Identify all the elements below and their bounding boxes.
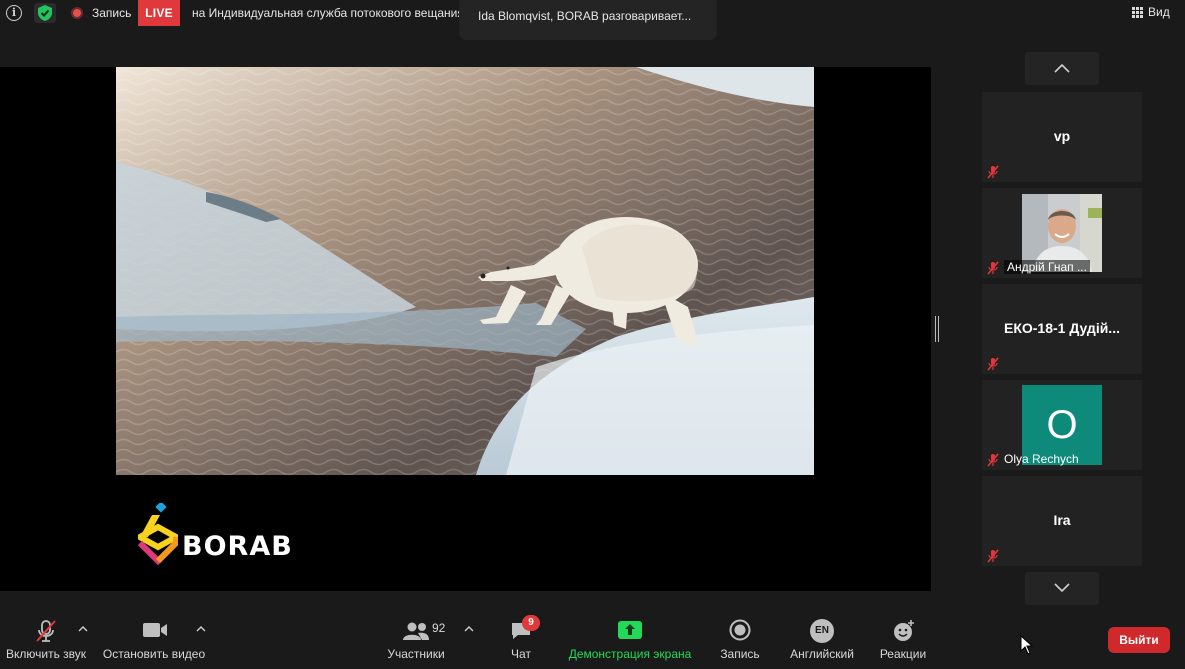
video-options-caret-icon[interactable] (196, 625, 206, 633)
leave-meeting-button[interactable]: Выйти (1108, 627, 1170, 653)
participants-label: Участники (387, 647, 445, 661)
participant-name: vp (1053, 128, 1071, 144)
record-icon (729, 619, 751, 641)
record-label: Запись (720, 647, 760, 661)
view-button[interactable]: Вид (1128, 3, 1174, 23)
participants-count: 92 (432, 621, 446, 635)
top-bar: i Запись LIVE на Индивидуальная служба п… (0, 0, 1185, 40)
borab-logo: BORAB (138, 503, 298, 573)
share-screen-label: Демонстрация экрана (568, 647, 692, 661)
participant-name: ЕКО-18-1 Дудій... (1004, 320, 1120, 336)
chat-unread-badge: 9 (522, 615, 540, 631)
language-label: Английский (790, 647, 854, 661)
unmute-button[interactable]: Включить звук (2, 607, 90, 669)
mouse-cursor-icon (1020, 635, 1034, 655)
participants-button[interactable]: Участники (384, 607, 448, 669)
muted-mic-icon (987, 165, 999, 179)
shared-screen: BORAB (0, 67, 931, 591)
participant-tile-andrii[interactable]: Андрій Гнап ... (982, 188, 1142, 278)
meeting-toolbar: Включить звук Остановить видео Участники… (0, 607, 1185, 669)
shared-video-polar-bear (116, 67, 814, 475)
gallery-scroll-down-button[interactable] (1025, 572, 1099, 605)
language-interpretation-button[interactable]: EN Английский (784, 607, 860, 669)
audio-options-caret-icon[interactable] (78, 625, 88, 633)
participants-icon (403, 622, 429, 640)
share-screen-button[interactable]: Демонстрация экрана (566, 607, 694, 669)
participant-tile-vp[interactable]: vp (982, 92, 1142, 182)
active-speaker-text: Ida Blomqvist, BORAB разговаривает... (478, 9, 692, 23)
stop-video-label: Остановить видео (102, 647, 206, 661)
gallery-scroll-up-button[interactable] (1025, 52, 1099, 85)
chevron-up-icon (1054, 63, 1070, 73)
reactions-button[interactable]: Реакции (874, 607, 932, 669)
recording-dot-icon (71, 7, 83, 19)
reactions-label: Реакции (879, 647, 927, 661)
muted-mic-icon (987, 549, 999, 563)
gallery-panel: vp Андрій Гнап ... ЕКО-18-1 Дудій... O O… (982, 52, 1142, 607)
participant-tile-ira[interactable]: Ira (982, 476, 1142, 566)
grid-view-icon (1132, 7, 1143, 18)
participant-name: Olya Rechych (1004, 452, 1079, 466)
live-stream-text: на Индивидуальная служба потокового веща… (192, 6, 460, 20)
muted-mic-icon (987, 357, 999, 371)
language-globe-icon: EN (810, 619, 834, 643)
recording-label[interactable]: Запись (92, 6, 131, 20)
reactions-smiley-icon (894, 620, 914, 641)
stop-video-button[interactable]: Остановить видео (100, 607, 208, 669)
live-badge[interactable]: LIVE (138, 0, 180, 26)
view-label: Вид (1148, 5, 1170, 19)
participant-name: Ira (1053, 512, 1071, 528)
chat-label: Чат (511, 647, 531, 661)
participant-tile-eko[interactable]: ЕКО-18-1 Дудій... (982, 284, 1142, 374)
unmute-label: Включить звук (5, 647, 87, 661)
security-shield-icon[interactable] (34, 3, 56, 23)
video-camera-icon (143, 623, 167, 637)
record-button[interactable]: Запись (712, 607, 768, 669)
chevron-down-icon (1054, 583, 1070, 593)
participant-tile-olya[interactable]: O Olya Rechych (982, 380, 1142, 470)
panel-resize-handle[interactable] (935, 316, 939, 342)
borab-logo-mark (138, 503, 178, 565)
borab-logo-text: BORAB (182, 531, 293, 562)
info-icon[interactable]: i (6, 5, 22, 21)
active-speaker-indicator: Ida Blomqvist, BORAB разговаривает... (459, 0, 717, 40)
muted-microphone-icon (36, 620, 56, 642)
participants-options-caret-icon[interactable] (464, 625, 474, 633)
share-screen-arrow-icon (618, 621, 642, 639)
muted-mic-icon (987, 261, 999, 275)
participant-name: Андрій Гнап ... (1004, 260, 1090, 274)
muted-mic-icon (987, 453, 999, 467)
